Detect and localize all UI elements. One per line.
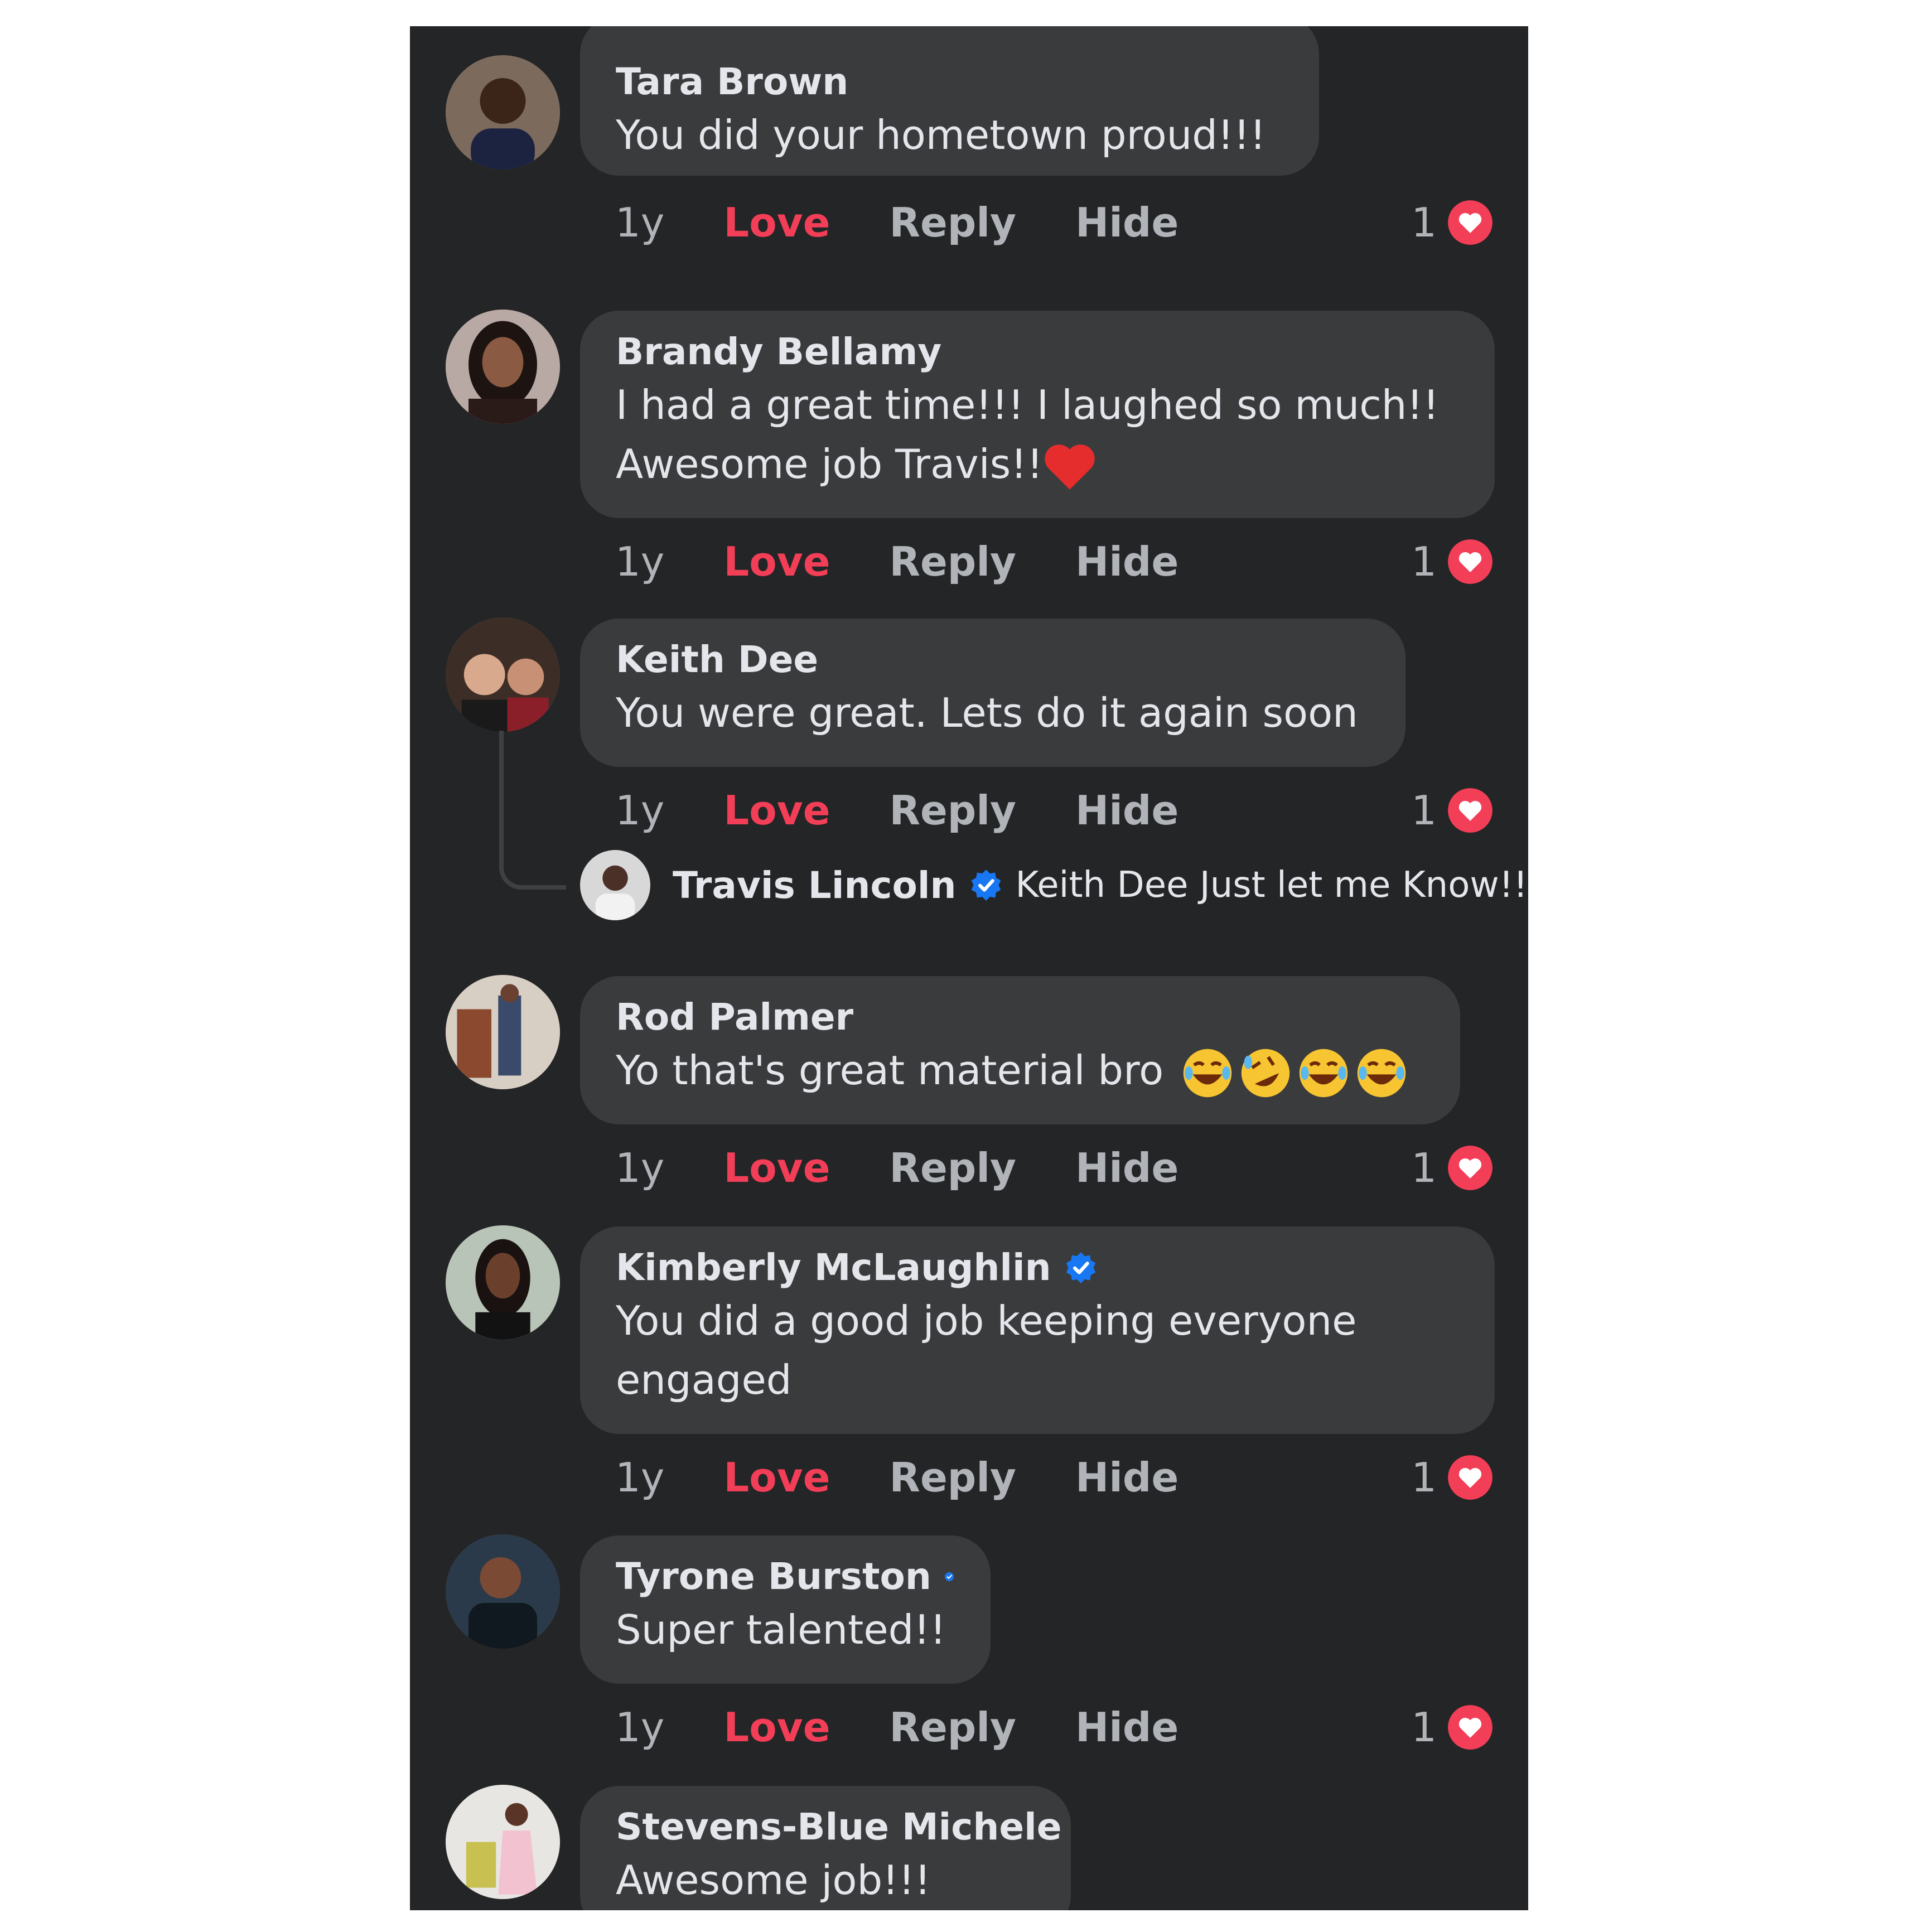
comment-author[interactable]: Stevens-Blue Michele bbox=[616, 1804, 1062, 1851]
reaction-count: 1 bbox=[1411, 1704, 1437, 1751]
comment-time: 1y bbox=[615, 1704, 665, 1751]
comment-author[interactable]: Tyrone Burston bbox=[616, 1553, 955, 1600]
comment-bubble: Tara Brown You did your hometown proud!!… bbox=[580, 26, 1319, 176]
laughing-emoji bbox=[1299, 1049, 1348, 1098]
rolling-laughing-emoji bbox=[1241, 1049, 1290, 1098]
reaction-summary[interactable]: 1 bbox=[1411, 534, 1494, 590]
reaction-count: 1 bbox=[1411, 538, 1437, 585]
comment-bubble: Kimberly McLaughlin You did a good job k… bbox=[580, 1226, 1495, 1434]
reply-button[interactable]: Reply bbox=[890, 1144, 1016, 1191]
reply-button[interactable]: Reply bbox=[890, 787, 1016, 834]
comment-text: Awesome job!!! bbox=[616, 1857, 931, 1904]
reaction-summary[interactable]: 1 bbox=[1411, 1699, 1494, 1755]
reaction-count: 1 bbox=[1411, 199, 1437, 246]
reply-button[interactable]: Reply bbox=[890, 199, 1016, 246]
comment-bubble: Rod Palmer Yo that's great material bro bbox=[580, 976, 1460, 1124]
reply-button[interactable]: Reply bbox=[890, 1704, 1016, 1751]
hide-button[interactable]: Hide bbox=[1075, 787, 1178, 834]
verified-badge-icon bbox=[971, 870, 1001, 901]
avatar[interactable] bbox=[446, 1534, 560, 1649]
avatar[interactable] bbox=[446, 617, 560, 732]
comment-bubble: Stevens-Blue Michele Awesome job!!! bbox=[580, 1786, 1071, 1910]
avatar[interactable] bbox=[446, 1785, 560, 1899]
reaction-count: 1 bbox=[1411, 1454, 1437, 1501]
avatar[interactable] bbox=[446, 1225, 560, 1340]
avatar[interactable] bbox=[446, 310, 560, 424]
heart-icon bbox=[1448, 1455, 1493, 1500]
comment-actions: 1y Love Reply Hide bbox=[615, 1140, 1178, 1196]
comment-actions: 1y Love Reply Hide bbox=[615, 534, 1178, 590]
heart-icon bbox=[1448, 788, 1493, 833]
reaction-summary[interactable]: 1 bbox=[1411, 1450, 1494, 1505]
reaction-summary[interactable]: 1 bbox=[1411, 783, 1494, 838]
avatar[interactable] bbox=[446, 975, 560, 1089]
comment-time: 1y bbox=[615, 538, 665, 585]
heart-icon bbox=[1448, 539, 1493, 584]
love-button[interactable]: Love bbox=[723, 199, 830, 246]
comment-text: You did your hometown proud!!! bbox=[616, 112, 1266, 158]
comment-bubble: Keith Dee You were great. Lets do it aga… bbox=[580, 619, 1405, 767]
love-button[interactable]: Love bbox=[723, 787, 830, 834]
comment-author[interactable]: Rod Palmer bbox=[616, 994, 1424, 1041]
comment-author[interactable]: Keith Dee bbox=[616, 636, 1370, 683]
verified-badge-icon bbox=[944, 1571, 954, 1582]
comment-time: 1y bbox=[615, 1144, 665, 1191]
love-button[interactable]: Love bbox=[723, 538, 830, 585]
avatar[interactable] bbox=[580, 850, 650, 920]
comment-text: Super talented!! bbox=[616, 1606, 946, 1653]
comment-text: You did a good job keeping everyone bbox=[616, 1297, 1357, 1344]
comment-actions: 1y Love Reply Hide bbox=[615, 195, 1178, 250]
comment-time: 1y bbox=[615, 199, 665, 246]
comment-author[interactable]: Tara Brown bbox=[616, 59, 1283, 105]
comment-actions: 1y Love Reply Hide bbox=[615, 1450, 1178, 1505]
verified-badge-icon bbox=[1066, 1252, 1095, 1283]
comment-text: I had a great time!!! I laughed so much!… bbox=[616, 381, 1440, 428]
comment-text: Yo that's great material bro bbox=[616, 1041, 1424, 1100]
love-button[interactable]: Love bbox=[723, 1704, 830, 1751]
reply-button[interactable]: Reply bbox=[890, 538, 1016, 585]
hide-button[interactable]: Hide bbox=[1075, 1454, 1178, 1501]
comment-author[interactable]: Kimberly McLaughlin bbox=[616, 1244, 1459, 1291]
comment-text: You were great. Lets do it again soon bbox=[616, 689, 1358, 736]
laughing-emojis bbox=[1176, 1047, 1408, 1098]
heart-icon bbox=[1448, 1705, 1493, 1750]
heart-icon bbox=[1448, 200, 1493, 245]
comments-panel: Tara Brown You did your hometown proud!!… bbox=[410, 26, 1528, 1910]
hide-button[interactable]: Hide bbox=[1075, 1144, 1178, 1191]
reply-author[interactable]: Travis Lincoln bbox=[673, 864, 957, 907]
comment-time: 1y bbox=[615, 787, 665, 834]
reaction-count: 1 bbox=[1411, 1144, 1437, 1191]
hide-button[interactable]: Hide bbox=[1075, 538, 1178, 585]
red-heart-emoji bbox=[1045, 445, 1095, 490]
reaction-summary[interactable]: 1 bbox=[1411, 1140, 1494, 1196]
love-button[interactable]: Love bbox=[723, 1144, 830, 1191]
laughing-emoji bbox=[1183, 1049, 1232, 1098]
love-button[interactable]: Love bbox=[723, 1454, 830, 1501]
laughing-emoji bbox=[1357, 1049, 1406, 1098]
comment-bubble: Brandy Bellamy I had a great time!!! I l… bbox=[580, 311, 1495, 518]
hide-button[interactable]: Hide bbox=[1075, 1704, 1178, 1751]
reaction-summary[interactable]: 1 bbox=[1411, 195, 1494, 250]
hide-button[interactable]: Hide bbox=[1075, 199, 1178, 246]
heart-icon bbox=[1448, 1146, 1493, 1190]
comment-actions: 1y Love Reply Hide bbox=[615, 783, 1178, 838]
comment-bubble: Tyrone Burston Super talented!! bbox=[580, 1535, 991, 1684]
comment-text: Awesome job Travis!! bbox=[616, 434, 1459, 494]
reply-text: Keith Dee Just let me Know!!! bbox=[1015, 864, 1528, 906]
comment-time: 1y bbox=[615, 1454, 665, 1501]
comment-author[interactable]: Brandy Bellamy bbox=[616, 329, 1459, 375]
reply-button[interactable]: Reply bbox=[890, 1454, 1016, 1501]
comment-text: engaged bbox=[616, 1356, 792, 1403]
comment-actions: 1y Love Reply Hide bbox=[615, 1699, 1178, 1755]
reply-thread-line bbox=[499, 731, 566, 890]
reply-travis-lincoln[interactable]: Travis Lincoln Keith Dee Just let me Kno… bbox=[580, 849, 1528, 921]
reaction-count: 1 bbox=[1411, 787, 1437, 834]
avatar[interactable] bbox=[446, 55, 560, 170]
